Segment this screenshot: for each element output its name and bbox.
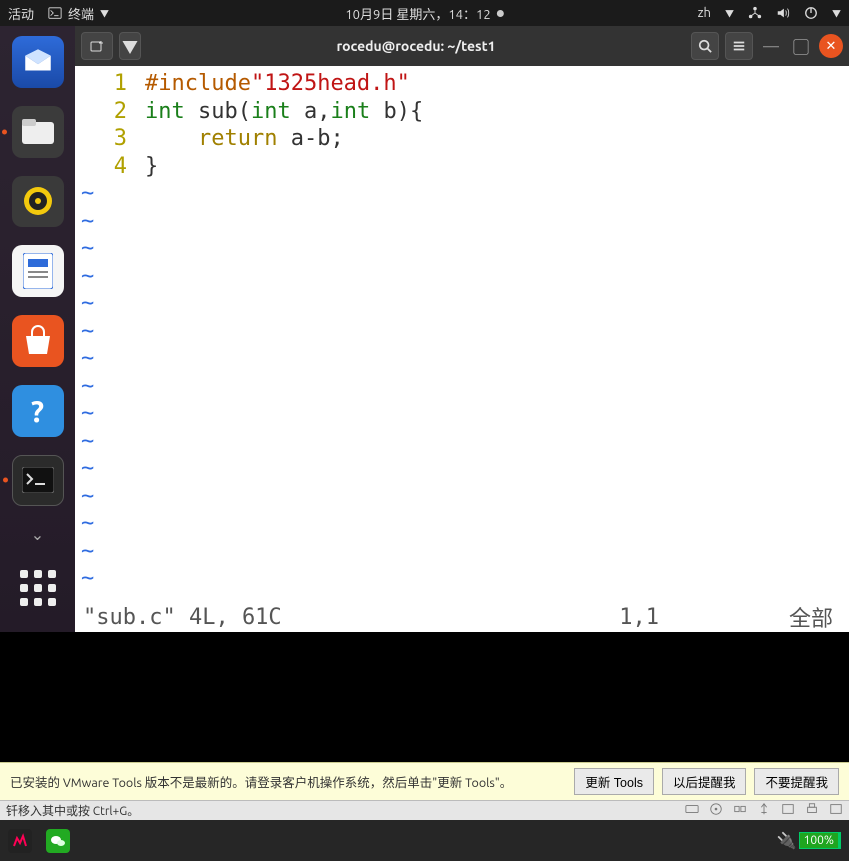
dock-files[interactable]	[12, 106, 64, 158]
vim-statusline: "sub.c" 4L, 61C 1,1 全部	[75, 602, 849, 632]
line-number: 1	[75, 70, 127, 98]
vmware-info-message: 已安装的 VMware Tools 版本不是最新的。请登录客户机操作系统，然后单…	[10, 772, 512, 791]
tray-app-1[interactable]	[8, 829, 32, 853]
vim-tilde: ~	[81, 263, 849, 291]
dock-terminal[interactable]	[12, 455, 64, 507]
dock-help[interactable]: ?	[12, 385, 64, 437]
app-menu[interactable]: 终端 ▼	[48, 4, 109, 23]
power-plug-icon: 🔌	[777, 831, 797, 850]
string-token: "1325head.h"	[251, 71, 410, 96]
status-scroll-percent: 全部	[789, 601, 833, 633]
terminal-window: ▼ rocedu@rocedu: ~/test1 ─ ▢ ✕ 1 2 3 4 #…	[75, 26, 849, 632]
vmware-statusbar: 钎移入其中或按 Ctrl+G。	[0, 800, 849, 820]
chevron-down-icon: ▼	[832, 7, 841, 20]
vim-tilde: ~	[81, 290, 849, 318]
code-content: #include"1325head.h" int sub(int a,int b…	[145, 70, 849, 180]
dock-overflow-icon[interactable]: ⌄	[12, 524, 64, 544]
preprocessor-token: #include	[145, 71, 251, 96]
power-icon[interactable]	[804, 6, 818, 20]
vim-tilde: ~	[81, 538, 849, 566]
new-tab-button[interactable]	[81, 32, 113, 60]
close-button[interactable]: ✕	[819, 34, 843, 58]
vim-tilde: ~	[81, 180, 849, 208]
network-adapter-icon[interactable]	[733, 802, 747, 819]
identifier-token: a,	[291, 99, 331, 124]
window-title: rocedu@rocedu: ~/test1	[147, 38, 685, 54]
vim-tilde: ~	[81, 510, 849, 538]
vim-tilde: ~	[81, 483, 849, 511]
vim-tilde: ~	[81, 208, 849, 236]
identifier-token: sub(	[185, 99, 251, 124]
update-tools-button[interactable]: 更新 Tools	[574, 768, 654, 795]
gnome-topbar: 活动 终端 ▼ 10月9日 星期六，14：12 zh ▼ ▼	[0, 0, 849, 26]
tab-menu-button[interactable]: ▼	[119, 32, 141, 60]
vim-editor[interactable]: 1 2 3 4 #include"1325head.h" int sub(int…	[75, 66, 849, 602]
vim-tilde: ~	[81, 428, 849, 456]
status-cursor-position: 1,1	[619, 605, 659, 630]
volume-icon[interactable]	[776, 6, 790, 20]
type-token: int	[145, 99, 185, 124]
vmware-hint: 钎移入其中或按 Ctrl+G。	[6, 802, 139, 819]
line-number-gutter: 1 2 3 4	[75, 70, 135, 180]
vim-tilde: ~	[81, 565, 849, 593]
vmware-tools-infobar: 已安装的 VMware Tools 版本不是最新的。请登录客户机操作系统，然后单…	[0, 762, 849, 800]
dock-rhythmbox[interactable]	[12, 176, 64, 228]
brace-token: }	[145, 154, 158, 179]
sound-card-icon[interactable]	[781, 802, 795, 819]
notification-dot-icon	[497, 10, 504, 17]
line-number: 4	[75, 153, 127, 181]
cd-icon[interactable]	[709, 802, 723, 819]
vim-tilde: ~	[81, 455, 849, 483]
vim-tilde: ~	[81, 318, 849, 346]
dock-thunderbird[interactable]	[12, 36, 64, 88]
desktop-background	[0, 632, 849, 762]
host-taskbar: 🔌 100%	[0, 820, 849, 861]
vim-tilde: ~	[81, 400, 849, 428]
app-menu-label: 终端	[68, 4, 94, 23]
keyword-token: return	[198, 126, 277, 151]
clock[interactable]: 10月9日 星期六，14：12	[345, 4, 503, 23]
input-method-indicator[interactable]: zh	[698, 6, 711, 20]
dock-show-apps[interactable]	[12, 562, 64, 614]
minimize-button[interactable]: ─	[759, 34, 783, 58]
chevron-down-icon: ▼	[100, 7, 109, 20]
vim-tilde: ~	[81, 235, 849, 263]
vim-tilde: ~	[81, 345, 849, 373]
type-token: int	[251, 99, 291, 124]
datetime-label: 10月9日 星期六，14：12	[345, 4, 490, 23]
line-number: 2	[75, 98, 127, 126]
maximize-button[interactable]: ▢	[789, 34, 813, 58]
type-token: int	[330, 99, 370, 124]
search-button[interactable]	[691, 32, 719, 60]
identifier-token: b){	[370, 99, 423, 124]
dock-libreoffice-writer[interactable]	[12, 245, 64, 297]
identifier-token: a-b;	[277, 126, 343, 151]
tray-wechat[interactable]	[46, 829, 70, 853]
never-remind-button[interactable]: 不要提醒我	[754, 768, 839, 795]
status-file: "sub.c" 4L, 61C	[83, 605, 282, 630]
dock-ubuntu-software[interactable]	[12, 315, 64, 367]
remind-later-button[interactable]: 以后提醒我	[662, 768, 747, 795]
battery-level[interactable]: 100%	[799, 832, 841, 849]
chevron-down-icon: ▼	[725, 7, 734, 20]
network-icon[interactable]	[748, 6, 762, 20]
printer-icon[interactable]	[805, 802, 819, 819]
vim-tilde: ~	[81, 373, 849, 401]
fullscreen-icon[interactable]	[829, 802, 843, 819]
activities-button[interactable]: 活动	[8, 4, 34, 23]
hamburger-menu-button[interactable]	[725, 32, 753, 60]
terminal-icon	[48, 6, 62, 20]
vmware-device-icons	[685, 802, 843, 819]
line-number: 3	[75, 125, 127, 153]
disk-icon[interactable]	[685, 802, 699, 819]
ubuntu-dock: ? ⌄	[0, 26, 75, 632]
terminal-titlebar: ▼ rocedu@rocedu: ~/test1 ─ ▢ ✕	[75, 26, 849, 66]
usb-icon[interactable]	[757, 802, 771, 819]
